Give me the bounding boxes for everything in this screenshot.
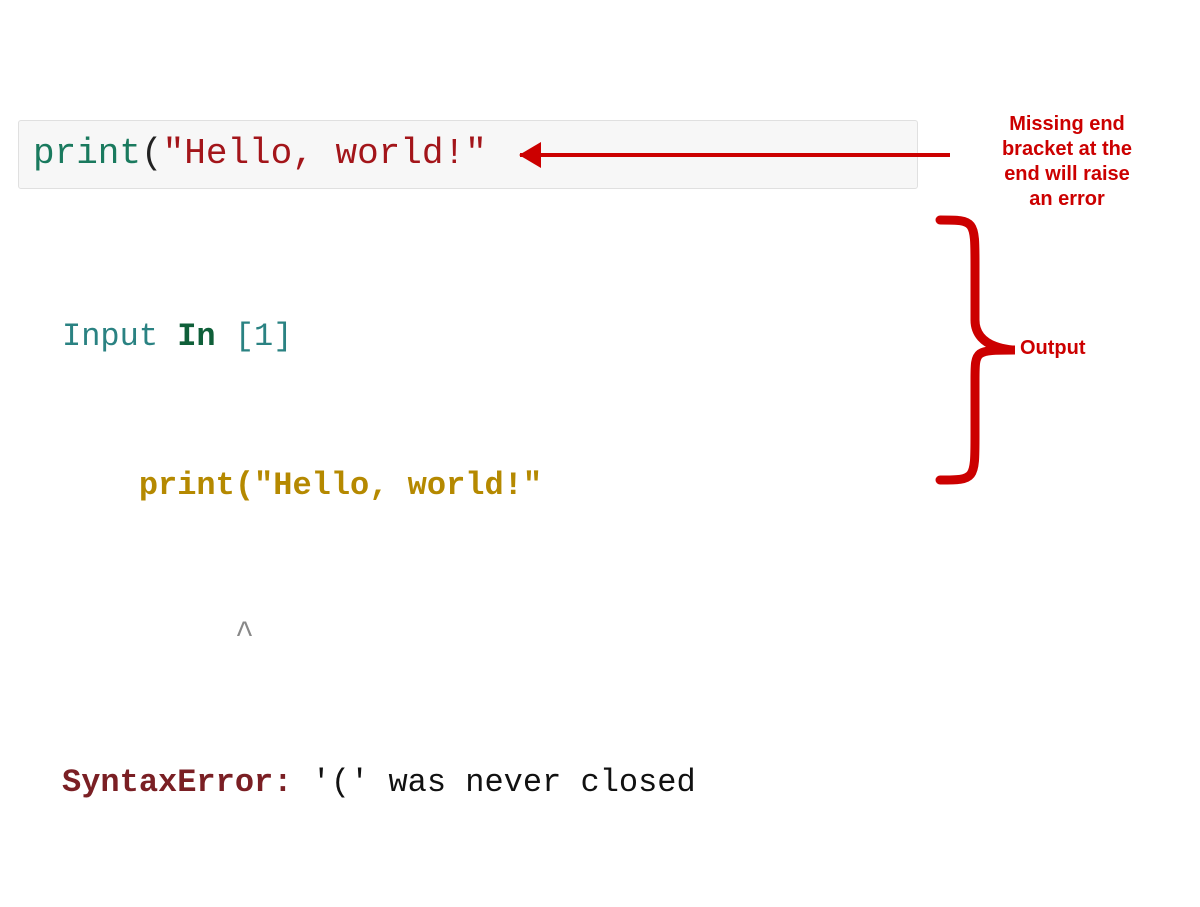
- arrow-head-icon: [519, 142, 541, 168]
- annotation1-line1: Missing end: [1009, 113, 1125, 135]
- output-line-error: SyntaxError: '(' was never closed: [62, 758, 1183, 808]
- output-error-name: SyntaxError:: [62, 764, 292, 801]
- annotation2-text: Output: [1020, 337, 1086, 359]
- arrow-line: [520, 153, 950, 157]
- output-word-in: In: [177, 318, 235, 355]
- annotation1-line4: an error: [1029, 188, 1105, 210]
- token-function: print: [33, 133, 141, 174]
- output-echo-indent: [62, 467, 139, 504]
- annotation-output-label: Output: [1020, 336, 1180, 361]
- output-word-input: Input: [62, 318, 177, 355]
- annotation1-line2: bracket at the: [1002, 138, 1132, 160]
- output-caret: ^: [235, 616, 254, 653]
- annotation-arrow: [520, 150, 950, 160]
- output-caret-indent: [62, 616, 235, 653]
- annotation1-line3: end will raise: [1004, 163, 1130, 185]
- output-cell-number: 1: [254, 318, 273, 355]
- annotation-brace-icon: [920, 210, 1020, 490]
- output-echo-code: print("Hello, world!": [139, 467, 542, 504]
- output-error-message: '(' was never closed: [292, 764, 695, 801]
- token-paren-open: (: [141, 133, 163, 174]
- output-bracket-open: [: [235, 318, 254, 355]
- output-line-caret: ^: [62, 610, 1183, 660]
- annotation-missing-bracket: Missing end bracket at the end will rais…: [952, 112, 1182, 212]
- token-string: "Hello, world!": [163, 133, 487, 174]
- output-bracket-close: ]: [273, 318, 292, 355]
